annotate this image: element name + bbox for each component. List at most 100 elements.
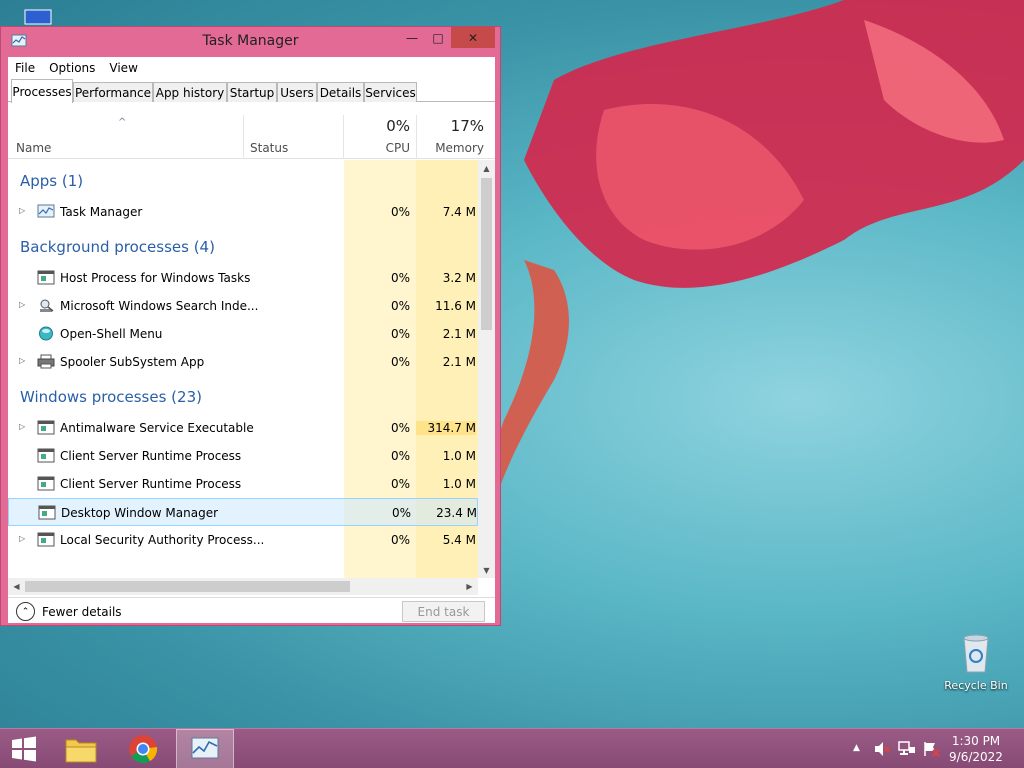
task-manager-taskbar-button[interactable]: [176, 729, 234, 768]
horizontal-scrollbar[interactable]: ◀ ▶: [8, 578, 478, 595]
process-name: Client Server Runtime Process: [60, 449, 242, 463]
process-row[interactable]: ▷ Task Manager 0% 7.4 M: [8, 198, 478, 226]
network-icon[interactable]: [898, 741, 916, 757]
process-memory: 2.1 M: [442, 355, 476, 369]
desktop-icon-recycle-bin[interactable]: Recycle Bin: [941, 630, 1011, 692]
process-window-icon: [37, 532, 55, 547]
expand-arrow-icon[interactable]: ▷: [19, 534, 25, 543]
process-memory: 5.4 M: [442, 533, 476, 547]
tab-performance[interactable]: Performance: [73, 82, 153, 102]
process-cpu: 0%: [390, 533, 410, 547]
column-memory[interactable]: Memory: [416, 141, 484, 155]
volume-muted-icon[interactable]: [873, 741, 891, 757]
expand-arrow-icon[interactable]: ▷: [19, 206, 25, 215]
process-name: Client Server Runtime Process: [60, 477, 242, 491]
process-name: Desktop Window Manager: [61, 506, 219, 520]
open-shell-icon: [39, 326, 53, 341]
recycle-bin-label: Recycle Bin: [944, 679, 1008, 692]
column-status[interactable]: Status: [250, 141, 288, 155]
group-header-apps: Apps (1): [20, 172, 84, 190]
process-row[interactable]: Open-Shell Menu 0% 2.1 M: [8, 320, 478, 348]
tab-startup[interactable]: Startup: [227, 82, 277, 102]
task-manager-icon: [191, 737, 219, 759]
process-list[interactable]: Apps (1) ▷ Task Manager 0% 7.4 M Backgro…: [8, 160, 478, 578]
taskbar: ▲ 1:30 PM 9/6/2022: [0, 728, 1024, 768]
menu-view[interactable]: View: [102, 61, 144, 75]
computer-icon: [24, 9, 52, 25]
process-memory: 2.1 M: [442, 327, 476, 341]
process-name: Local Security Authority Process...: [60, 533, 265, 547]
tab-services[interactable]: Services: [364, 82, 417, 102]
column-separator: [243, 115, 244, 159]
menu-file[interactable]: File: [8, 61, 42, 75]
clock-date: 9/6/2022: [949, 750, 1003, 764]
process-row-selected[interactable]: Desktop Window Manager 0% 23.4 M: [8, 498, 478, 526]
process-memory: 23.4 M: [436, 506, 477, 520]
process-row[interactable]: ▷ Microsoft Windows Search Inde... 0% 11…: [8, 292, 478, 320]
process-name: Spooler SubSystem App: [60, 355, 205, 369]
file-explorer-button[interactable]: [58, 729, 104, 768]
process-cpu: 0%: [390, 477, 410, 491]
scroll-left-icon[interactable]: ◀: [8, 578, 25, 595]
tab-users[interactable]: Users: [277, 82, 317, 102]
expand-arrow-icon[interactable]: ▷: [19, 356, 25, 365]
process-cpu: 0%: [390, 327, 410, 341]
process-cpu: 0%: [390, 299, 410, 313]
task-manager-window[interactable]: Task Manager — □ ✕ File Options View Pro…: [0, 26, 501, 626]
process-cpu: 0%: [390, 449, 410, 463]
process-row[interactable]: ▷ Local Security Authority Process... 0%…: [8, 526, 478, 554]
start-button[interactable]: [6, 729, 42, 768]
process-row[interactable]: Host Process for Windows Tasks 0% 3.2 M: [8, 264, 478, 292]
column-name[interactable]: Name: [16, 141, 51, 155]
task-manager-icon: [37, 204, 55, 218]
process-row[interactable]: Client Server Runtime Process 0% 1.0 M: [8, 442, 478, 470]
end-task-button[interactable]: End task: [402, 601, 485, 622]
scroll-up-icon[interactable]: ▲: [478, 160, 495, 176]
process-cpu: 0%: [390, 355, 410, 369]
sort-indicator-icon: ^: [118, 117, 127, 128]
clock-time: 1:30 PM: [951, 734, 1001, 748]
tab-app-history[interactable]: App history: [153, 82, 227, 102]
process-name: Host Process for Windows Tasks: [60, 271, 251, 285]
process-name: Task Manager: [60, 205, 143, 219]
process-row[interactable]: ▷ Spooler SubSystem App 0% 2.1 M: [8, 348, 478, 376]
process-row[interactable]: Client Server Runtime Process 0% 1.0 M: [8, 470, 478, 498]
process-row[interactable]: ▷ Antimalware Service Executable 0% 314.…: [8, 414, 478, 442]
maximize-button[interactable]: □: [425, 27, 451, 48]
expand-arrow-icon[interactable]: ▷: [19, 422, 25, 431]
menu-options[interactable]: Options: [42, 61, 102, 75]
menu-bar: File Options View: [8, 57, 495, 79]
horizontal-scroll-thumb[interactable]: [25, 581, 350, 592]
tab-details[interactable]: Details: [317, 82, 364, 102]
chrome-button[interactable]: [120, 729, 166, 768]
search-indexer-icon: [40, 299, 54, 312]
process-memory: 3.2 M: [442, 271, 476, 285]
cpu-total-percent: 0%: [386, 117, 410, 135]
desktop-icon-computer[interactable]: [14, 8, 64, 26]
minimize-button[interactable]: —: [399, 27, 425, 48]
title-bar[interactable]: Task Manager — □ ✕: [1, 27, 500, 55]
process-cpu: 0%: [390, 271, 410, 285]
vertical-scrollbar[interactable]: ▲ ▼: [478, 160, 495, 578]
process-window-icon: [37, 420, 55, 435]
fewer-details-button[interactable]: ⌃ Fewer details: [16, 602, 122, 621]
action-center-flag-icon[interactable]: [922, 741, 940, 757]
vertical-scroll-thumb[interactable]: [481, 178, 492, 330]
process-cpu: 0%: [390, 205, 410, 219]
printer-icon: [37, 354, 55, 369]
process-memory: 1.0 M: [442, 449, 476, 463]
column-cpu[interactable]: CPU: [344, 141, 410, 155]
group-header-windows: Windows processes (23): [20, 388, 202, 406]
show-hidden-icons-chevron-icon[interactable]: ▲: [853, 743, 860, 753]
process-window-icon: [38, 505, 56, 520]
expand-arrow-icon[interactable]: ▷: [19, 300, 25, 309]
process-window-icon: [37, 476, 55, 491]
tab-processes[interactable]: Processes: [11, 79, 73, 103]
group-header-background: Background processes (4): [20, 238, 215, 256]
clock[interactable]: 1:30 PM 9/6/2022: [940, 733, 1012, 765]
scroll-right-icon[interactable]: ▶: [461, 578, 478, 595]
process-name: Microsoft Windows Search Inde...: [60, 299, 259, 313]
close-button[interactable]: ✕: [451, 27, 495, 48]
scroll-down-icon[interactable]: ▼: [478, 562, 495, 578]
process-window-icon: [37, 270, 55, 285]
